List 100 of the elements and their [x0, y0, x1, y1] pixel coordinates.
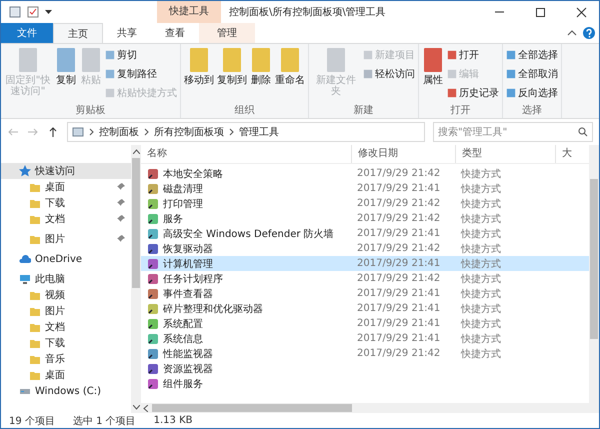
modified-date: 2017/9/29 21:41 [357, 183, 440, 194]
shortcut-icon [147, 362, 159, 374]
nav-item[interactable]: 下载 [1, 195, 131, 211]
checklist-icon [27, 6, 39, 18]
ribbon-command[interactable]: 复制 [54, 46, 78, 104]
nav-item[interactable]: 桌面 [1, 179, 131, 195]
table-row[interactable]: 磁盘清理 2017/9/29 21:41 快捷方式 [141, 181, 589, 196]
table-row[interactable]: 高级安全 Windows Defender 防火墙 2017/9/29 21:41 快捷方式 [141, 226, 589, 241]
up-arrow-icon[interactable] [47, 127, 59, 137]
nav-item[interactable]: 下载 [1, 335, 131, 351]
breadcrumb[interactable]: 所有控制面板项 [154, 125, 224, 139]
nav-item[interactable]: 文档 [1, 319, 131, 335]
ribbon-tab[interactable]: 共享 [103, 23, 151, 43]
file-type: 快捷方式 [461, 318, 501, 330]
modified-date: 2017/9/29 21:41 [357, 333, 440, 344]
shortcut-icon [147, 318, 159, 330]
ribbon-command[interactable]: 历史记录 [446, 84, 500, 102]
nav-item[interactable]: 视频 [1, 287, 131, 303]
maximize-icon[interactable] [535, 6, 546, 18]
modified-date: 2017/9/29 21:41 [357, 303, 440, 314]
file-name: 任务计划程序 [163, 272, 223, 286]
shortcut-icon [147, 258, 159, 270]
column-header[interactable]: 名称 [141, 145, 351, 163]
table-row[interactable]: 性能监视器 2017/9/29 21:42 快捷方式 [141, 346, 589, 361]
nav-item[interactable]: 图片 [1, 303, 131, 319]
file-type: 快捷方式 [461, 168, 501, 180]
ribbon-command[interactable]: 打开 [446, 46, 500, 64]
shortcut-icon [147, 228, 159, 240]
ribbon-tab[interactable]: 文件 [1, 23, 53, 43]
table-row[interactable]: 事件查看器 2017/9/29 21:41 快捷方式 [141, 286, 589, 301]
shortcut-icon [147, 332, 159, 344]
ribbon-tab[interactable]: 主页 [53, 23, 103, 43]
nav-item[interactable]: 快速访问 [1, 163, 131, 179]
file-name: 本地安全策略 [163, 168, 223, 180]
file-type: 快捷方式 [461, 348, 501, 360]
help-icon[interactable] [583, 27, 595, 39]
nav-item[interactable]: Windows (C:) [1, 383, 131, 399]
ribbon-command[interactable]: 移动到 [183, 46, 215, 104]
scrollbar-thumb[interactable] [132, 158, 140, 288]
modified-date: 2017/9/29 21:42 [357, 213, 440, 224]
file-name: 性能监视器 [163, 348, 213, 360]
scroll-left-icon [143, 404, 148, 412]
ribbon-command[interactable]: 全部取消 [505, 65, 559, 83]
column-header[interactable]: 大 [555, 145, 583, 163]
nav-item[interactable]: OneDrive [1, 251, 131, 267]
shortcut-icon [147, 348, 159, 360]
table-row[interactable]: 计算机管理 2017/9/29 21:41 快捷方式 [141, 256, 589, 271]
column-header[interactable]: 修改日期 [351, 145, 455, 163]
shortcut-icon [147, 242, 159, 254]
scrollbar-thumb[interactable] [152, 404, 352, 412]
ribbon-command[interactable]: 删除 [249, 46, 273, 104]
address-bar[interactable]: 控制面板 所有控制面板项 管理工具 [67, 122, 425, 142]
table-row[interactable]: 碎片整理和优化驱动器 2017/9/29 21:41 快捷方式 [141, 301, 589, 316]
breadcrumb[interactable]: 控制面板 [99, 125, 139, 139]
ribbon-command[interactable]: 全部选择 [505, 46, 559, 64]
file-name: 系统配置 [163, 318, 203, 330]
scrollbar-thumb[interactable] [590, 179, 598, 339]
shortcut-icon [147, 182, 159, 194]
table-row[interactable]: 服务 2017/9/29 21:42 快捷方式 [141, 211, 589, 226]
folder-icon [29, 197, 41, 209]
table-row[interactable]: 系统配置 2017/9/29 21:41 快捷方式 [141, 316, 589, 331]
modified-date: 2017/9/29 21:42 [357, 243, 440, 254]
table-row[interactable]: 打印管理 2017/9/29 21:42 快捷方式 [141, 196, 589, 211]
folder-icon [29, 213, 41, 225]
nav-item[interactable]: 桌面 [1, 367, 131, 383]
file-type: 快捷方式 [461, 332, 501, 346]
ribbon-command[interactable]: 重命名 [274, 46, 306, 104]
scroll-down-icon [132, 405, 140, 410]
nav-item[interactable]: 此电脑 [1, 271, 131, 287]
column-header[interactable]: 类型 [455, 145, 555, 163]
nav-item[interactable]: 音乐 [1, 351, 131, 367]
nav-item[interactable]: 文档 [1, 211, 131, 227]
table-row[interactable]: 系统信息 2017/9/29 21:41 快捷方式 [141, 331, 589, 346]
shortcut-icon [147, 288, 159, 300]
ribbon-tab[interactable]: 查看 [151, 23, 199, 43]
window-title: 控制面板\所有控制面板项\管理工具 [228, 6, 387, 19]
search-field[interactable]: 搜索"管理工具" [433, 122, 593, 142]
ribbon-command[interactable]: 复制路径 [104, 65, 178, 83]
ribbon-command[interactable]: 剪切 [104, 46, 178, 64]
shortcut-icon [147, 302, 159, 314]
table-row[interactable]: 恢复驱动器 2017/9/29 21:42 快捷方式 [141, 241, 589, 256]
table-row[interactable]: 本地安全策略 2017/9/29 21:42 快捷方式 [141, 166, 589, 181]
file-type: 快捷方式 [461, 242, 501, 256]
ribbon-command[interactable]: 反向选择 [505, 84, 559, 102]
ribbon-group-label: 新建 [352, 104, 374, 118]
modified-date: 2017/9/29 21:42 [357, 198, 440, 209]
table-row[interactable]: 组件服务 [141, 376, 589, 391]
nav-item[interactable]: 图片 [1, 231, 131, 247]
ribbon-command[interactable]: 复制到 [216, 46, 248, 104]
command-icon [55, 47, 77, 73]
file-type: 快捷方式 [461, 302, 501, 316]
ribbon-command[interactable]: 属性 [421, 46, 445, 104]
table-row[interactable]: 资源监视器 [141, 361, 589, 376]
file-name: 计算机管理 [163, 258, 213, 270]
table-row[interactable]: 任务计划程序 2017/9/29 21:42 快捷方式 [141, 271, 589, 286]
ribbon-command[interactable]: 轻松访问 [362, 65, 416, 83]
command-icon [422, 47, 444, 73]
close-icon[interactable] [576, 6, 587, 18]
ribbon-tab[interactable]: 管理 [199, 23, 255, 43]
breadcrumb[interactable]: 管理工具 [239, 125, 279, 139]
